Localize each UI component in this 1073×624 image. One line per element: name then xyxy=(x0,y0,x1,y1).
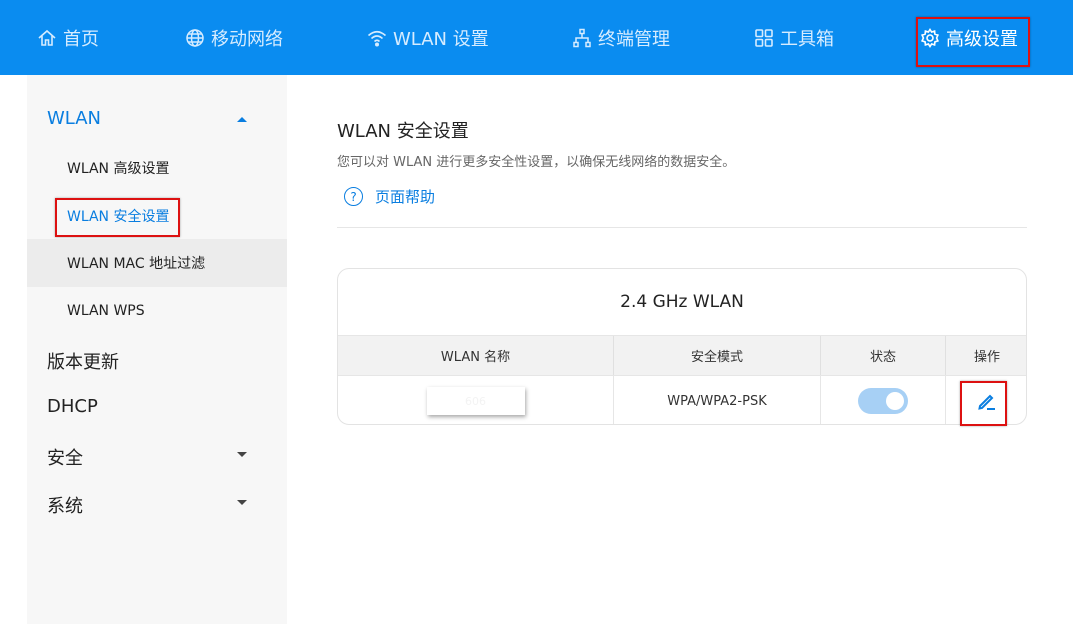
sidebar-item-label: WLAN MAC 地址过滤 xyxy=(67,256,206,272)
sidebar-group-label: 版本更新 xyxy=(47,352,119,373)
page-help-label: 页面帮助 xyxy=(375,188,436,206)
question-circle-icon: ? xyxy=(344,187,363,206)
sidebar-item-wlan-mac-filter[interactable]: WLAN MAC 地址过滤 xyxy=(27,239,287,287)
nav-home[interactable]: 首页 xyxy=(37,0,99,75)
page-help-link[interactable]: ? 页面帮助 xyxy=(344,186,435,207)
network-tree-icon xyxy=(573,28,591,47)
column-header-security-mode: 安全模式 xyxy=(614,336,821,375)
chevron-down-icon xyxy=(237,500,247,505)
page-title: WLAN 安全设置 xyxy=(337,121,469,142)
card-title: 2.4 GHz WLAN xyxy=(620,292,744,312)
grid-icon xyxy=(755,28,773,47)
globe-icon xyxy=(186,28,204,47)
sidebar-group-firmware-update[interactable]: 版本更新 xyxy=(47,348,267,374)
column-header-status: 状态 xyxy=(821,336,946,375)
wlan-security-card: 2.4 GHz WLAN WLAN 名称 安全模式 状态 操作 606 WPA/… xyxy=(337,268,1027,425)
toggle-knob xyxy=(886,392,904,410)
nav-toolbox-label: 工具箱 xyxy=(780,28,834,50)
top-navigation-bar: 首页 移动网络 WLAN 设置 终端管理 工具箱 高级设置 xyxy=(0,0,1073,75)
sidebar-group-security[interactable]: 安全 xyxy=(47,444,267,470)
sidebar-group-system[interactable]: 系统 xyxy=(47,492,267,518)
nav-wlan-settings-label: WLAN 设置 xyxy=(393,28,489,50)
table-header: WLAN 名称 安全模式 状态 操作 xyxy=(338,335,1026,376)
status-toggle[interactable] xyxy=(858,388,908,414)
wlan-name-value: 606 xyxy=(426,387,525,415)
sidebar: WLAN WLAN 高级设置 WLAN 安全设置 WLAN MAC 地址过滤 W… xyxy=(27,75,287,624)
sidebar-item-label: WLAN 安全设置 xyxy=(67,209,170,225)
gear-icon xyxy=(921,27,939,48)
edit-icon[interactable] xyxy=(975,389,999,413)
nav-device-management[interactable]: 终端管理 xyxy=(572,0,670,75)
nav-home-label: 首页 xyxy=(63,28,99,50)
nav-mobile-network-label: 移动网络 xyxy=(211,28,283,50)
nav-advanced-settings[interactable]: 高级设置 xyxy=(920,0,1018,75)
security-mode-value: WPA/WPA2-PSK xyxy=(614,376,821,424)
chevron-down-icon xyxy=(237,452,247,457)
sidebar-item-wlan-advanced[interactable]: WLAN 高级设置 xyxy=(27,144,287,192)
sidebar-group-wlan-label: WLAN xyxy=(47,108,102,129)
sidebar-item-label: WLAN WPS xyxy=(67,303,145,319)
chevron-up-icon xyxy=(237,117,247,122)
nav-mobile-network[interactable]: 移动网络 xyxy=(185,0,283,75)
column-header-wlan-name: WLAN 名称 xyxy=(338,336,614,375)
nav-toolbox[interactable]: 工具箱 xyxy=(754,0,834,75)
divider xyxy=(337,227,1027,228)
wifi-icon xyxy=(367,30,387,47)
sidebar-group-label: 安全 xyxy=(47,448,83,469)
column-header-action: 操作 xyxy=(973,350,1000,365)
sidebar-item-wlan-security[interactable]: WLAN 安全设置 xyxy=(27,192,287,240)
sidebar-group-wlan[interactable]: WLAN xyxy=(47,108,267,129)
sidebar-group-dhcp[interactable]: DHCP xyxy=(47,396,267,417)
home-icon xyxy=(38,29,56,46)
sidebar-group-label: DHCP xyxy=(47,396,98,417)
sidebar-group-label: 系统 xyxy=(47,496,83,517)
page-description: 您可以对 WLAN 进行更多安全性设置，以确保无线网络的数据安全。 xyxy=(337,155,736,170)
sidebar-item-label: WLAN 高级设置 xyxy=(67,161,170,177)
sidebar-item-wlan-wps[interactable]: WLAN WPS xyxy=(27,287,287,335)
nav-advanced-settings-label: 高级设置 xyxy=(946,28,1018,50)
nav-device-management-label: 终端管理 xyxy=(598,28,670,50)
table-row: 606 WPA/WPA2-PSK xyxy=(338,376,1026,424)
nav-wlan-settings[interactable]: WLAN 设置 xyxy=(367,0,489,75)
